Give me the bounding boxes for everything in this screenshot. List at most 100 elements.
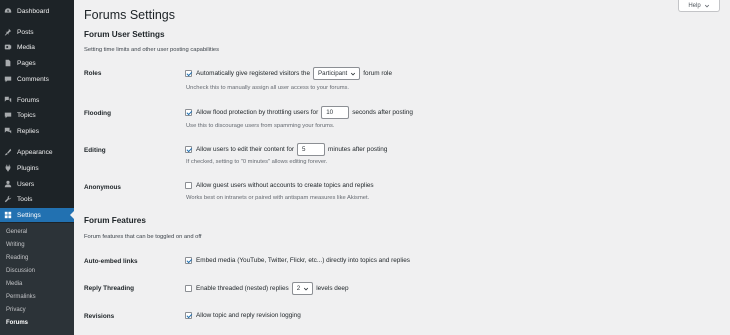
section-description: Forum features that can be toggled on an… (84, 234, 202, 240)
sidebar-item-label: Plugins (17, 164, 39, 172)
sidebar-item-media[interactable]: Media (0, 40, 74, 54)
roles-select-value: Participant (318, 70, 348, 77)
submenu-item-privacy[interactable]: Privacy (6, 307, 26, 313)
anonymous-checkbox[interactable] (185, 182, 192, 189)
page-icon (4, 59, 12, 67)
editing-minutes-input[interactable]: 5 (297, 143, 326, 156)
roles-description: Uncheck this to manually assign all user… (186, 85, 350, 91)
chevron-down-icon (304, 287, 309, 290)
sidebar-item-label: Media (17, 43, 35, 51)
brush-icon (4, 148, 12, 156)
reply-threading-checkbox[interactable] (185, 285, 192, 292)
revisions-text: Allow topic and reply revision logging (196, 312, 301, 319)
sidebar-item-posts[interactable]: Posts (0, 25, 74, 39)
sidebar-item-comments[interactable]: Comments (0, 72, 74, 86)
editing-text-before: Allow users to edit their content for (196, 146, 295, 153)
sidebar-item-label: Comments (17, 75, 49, 83)
sidebar-item-label: Topics (17, 111, 36, 119)
reply-threading-text-after: levels deep (316, 285, 349, 292)
replies-icon (4, 127, 12, 135)
reply-threading-control: Enable threaded (nested) replies 2 level… (185, 282, 349, 295)
row-label-auto-embed: Auto-embed links (84, 258, 138, 265)
comment-icon (4, 75, 12, 83)
editing-text-after: minutes after posting (328, 146, 388, 153)
sidebar-item-replies[interactable]: Replies (0, 124, 74, 138)
sidebar-item-label: Settings (17, 211, 41, 219)
reply-threading-text-before: Enable threaded (nested) replies (196, 285, 289, 292)
anonymous-control: Allow guest users without accounts to cr… (185, 182, 374, 189)
submenu-item-writing[interactable]: Writing (6, 242, 25, 248)
anonymous-description: Works best on intranets or paired with a… (186, 195, 370, 201)
submenu-item-forums[interactable]: Forums (6, 320, 28, 326)
user-icon (4, 180, 12, 188)
pin-icon (4, 28, 12, 36)
submenu-item-discussion[interactable]: Discussion (6, 268, 35, 274)
roles-select[interactable]: Participant (313, 67, 361, 80)
sidebar-item-label: Tools (17, 195, 33, 203)
flooding-text-after: seconds after posting (352, 109, 413, 116)
wrench-icon (4, 195, 12, 203)
sidebar-item-plugins[interactable]: Plugins (0, 161, 74, 175)
section-description: Setting time limits and other user posti… (84, 47, 220, 53)
sidebar-item-label: Users (17, 180, 35, 188)
auto-embed-control: Embed media (YouTube, Twitter, Flickr, e… (185, 257, 410, 264)
roles-checkbox[interactable] (185, 70, 192, 77)
submenu-item-general[interactable]: General (6, 229, 27, 235)
submenu-item-reading[interactable]: Reading (6, 255, 28, 261)
sidebar-item-topics[interactable]: Topics (0, 108, 74, 122)
flooding-control: Allow flood protection by throttling use… (185, 106, 413, 119)
submenu-item-permalinks[interactable]: Permalinks (6, 294, 36, 300)
flooding-checkbox[interactable] (185, 109, 192, 116)
sidebar-item-pages[interactable]: Pages (0, 56, 74, 70)
sidebar-item-label: Appearance (17, 148, 53, 156)
section-title-user-settings: Forum User Settings (84, 30, 165, 39)
roles-text-after: forum role (363, 70, 393, 77)
sidebar-item-users[interactable]: Users (0, 177, 74, 191)
editing-control: Allow users to edit their content for 5 … (185, 143, 387, 156)
forums-icon (4, 96, 12, 104)
plug-icon (4, 164, 12, 172)
auto-embed-text: Embed media (YouTube, Twitter, Flickr, e… (196, 257, 410, 264)
chevron-down-icon (351, 72, 356, 75)
sidebar-item-label: Replies (17, 127, 39, 135)
page-title: Forums Settings (84, 8, 176, 22)
section-title-features: Forum Features (84, 216, 146, 225)
submenu-item-media[interactable]: Media (6, 281, 22, 287)
row-label-editing: Editing (84, 147, 106, 154)
chevron-down-icon (704, 4, 709, 7)
auto-embed-checkbox[interactable] (185, 257, 192, 264)
sidebar-item-forums[interactable]: Forums (0, 93, 74, 107)
row-label-reply-threading: Reply Threading (84, 285, 135, 292)
sidebar-item-label: Forums (17, 96, 40, 104)
anonymous-text: Allow guest users without accounts to cr… (196, 182, 374, 189)
revisions-control: Allow topic and reply revision logging (185, 312, 301, 319)
media-icon (4, 43, 12, 51)
flooding-text-before: Allow flood protection by throttling use… (196, 109, 319, 116)
admin-sidebar: Dashboard Posts Media Pages Comments For… (0, 0, 74, 335)
help-button[interactable]: Help (678, 0, 720, 12)
row-label-flooding: Flooding (84, 110, 111, 117)
roles-control: Automatically give registered visitors t… (185, 67, 392, 80)
row-label-anonymous: Anonymous (84, 184, 121, 191)
row-label-roles: Roles (84, 70, 102, 77)
flooding-description: Use this to discourage users from spammi… (186, 123, 335, 129)
sidebar-item-appearance[interactable]: Appearance (0, 145, 74, 159)
sidebar-item-label: Posts (17, 28, 34, 36)
editing-description: If checked, setting to "0 minutes" allow… (186, 159, 328, 165)
reply-threading-select-value: 2 (296, 285, 301, 292)
reply-threading-depth-select[interactable]: 2 (291, 282, 314, 295)
topics-icon (4, 111, 12, 119)
settings-icon (4, 211, 12, 219)
sidebar-item-label: Dashboard (17, 7, 50, 15)
revisions-checkbox[interactable] (185, 312, 192, 319)
settings-submenu: General Writing Reading Discussion Media… (0, 223, 74, 335)
editing-checkbox[interactable] (185, 146, 192, 153)
flooding-seconds-input[interactable]: 10 (321, 106, 350, 119)
sidebar-item-settings[interactable]: Settings (0, 208, 74, 222)
sidebar-item-dashboard[interactable]: Dashboard (0, 4, 74, 18)
row-label-revisions: Revisions (84, 313, 115, 320)
settings-page: Help Forums Settings Forum User Settings… (74, 0, 730, 335)
sidebar-item-tools[interactable]: Tools (0, 192, 74, 206)
sidebar-item-label: Pages (17, 59, 36, 67)
dashboard-icon (4, 7, 12, 15)
